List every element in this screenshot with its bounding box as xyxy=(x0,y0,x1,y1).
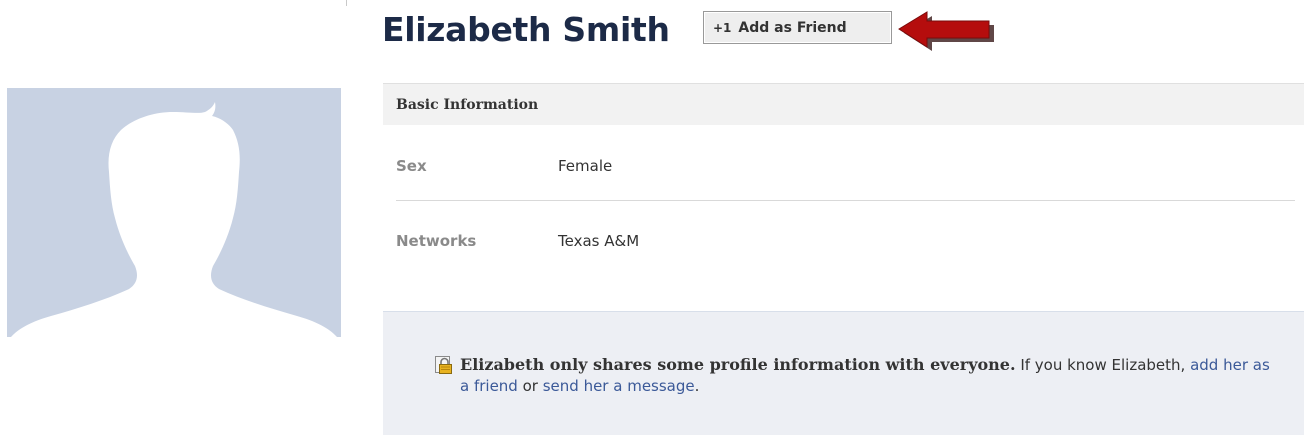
privacy-notice-text-before: If you know Elizabeth, xyxy=(1015,356,1191,374)
sex-value: Female xyxy=(558,157,613,175)
profile-avatar[interactable] xyxy=(7,88,341,337)
profile-name: Elizabeth Smith xyxy=(382,10,670,49)
send-message-link[interactable]: send her a message xyxy=(543,377,695,395)
red-arrow-pointing-left-icon xyxy=(898,11,994,51)
basic-info-header: Basic Information xyxy=(383,83,1304,125)
default-silhouette-icon xyxy=(7,88,341,337)
sex-label: Sex xyxy=(396,157,427,175)
networks-label: Networks xyxy=(396,232,477,250)
lock-icon xyxy=(435,356,452,374)
plus-one-icon: +1 xyxy=(713,20,732,35)
divider-tick xyxy=(346,0,347,6)
add-friend-label: Add as Friend xyxy=(738,19,847,36)
privacy-notice-text-middle: or xyxy=(517,377,543,395)
privacy-notice-text-end: . xyxy=(694,377,700,395)
privacy-notice-bold: Elizabeth only shares some profile infor… xyxy=(460,355,1016,374)
row-divider xyxy=(396,200,1295,201)
add-friend-button[interactable]: +1 Add as Friend xyxy=(703,11,892,44)
networks-value[interactable]: Texas A&M xyxy=(558,232,639,250)
privacy-notice-text: Elizabeth only shares some profile infor… xyxy=(460,354,1280,397)
